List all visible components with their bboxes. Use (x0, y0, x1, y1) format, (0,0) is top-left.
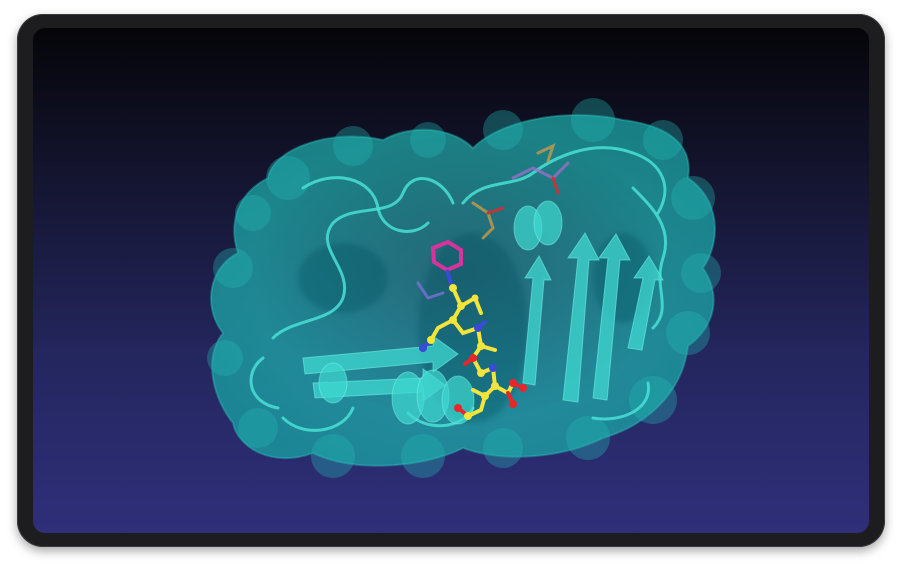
molecule-render (207, 98, 721, 478)
device-frame (17, 14, 885, 547)
display-screen (33, 28, 869, 533)
